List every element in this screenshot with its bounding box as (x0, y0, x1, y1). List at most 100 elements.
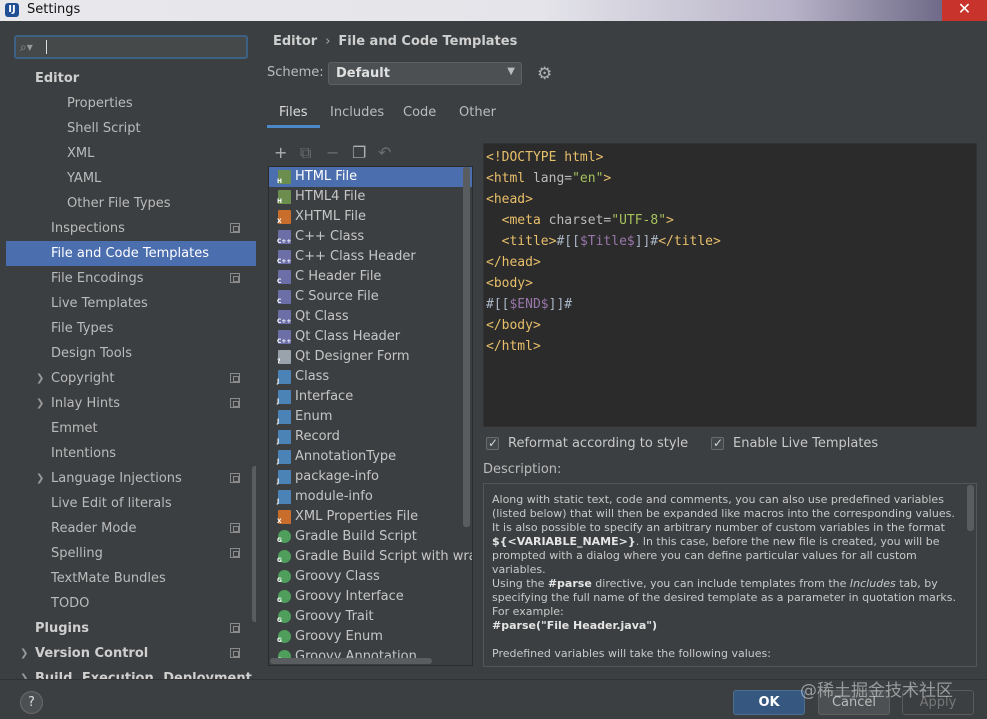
sidebar-scrollbar[interactable] (252, 466, 256, 622)
sidebar-item[interactable]: ❯ Copyright (6, 366, 256, 391)
tab-includes[interactable]: Includes (318, 101, 396, 128)
sidebar-item[interactable]: File Types (6, 316, 256, 341)
code-line: <body> (486, 276, 533, 291)
search-icon: ⌕▾ (20, 40, 33, 54)
file-list-horizontal-scrollbar[interactable] (270, 658, 432, 664)
copy-icon[interactable]: ⧉ (300, 143, 311, 163)
template-list-item[interactable]: G Groovy Class (269, 567, 472, 587)
sidebar-item[interactable]: Other File Types (6, 191, 256, 216)
template-list-item[interactable]: G Groovy Trait (269, 607, 472, 627)
code-line: </html> (486, 339, 541, 354)
sidebar-item-label: Inlay Hints (51, 396, 120, 411)
sidebar-item[interactable]: Live Edit of literals (6, 491, 256, 516)
tab-files[interactable]: Files (267, 101, 320, 128)
sidebar-item[interactable]: ❯ Language Injections (6, 466, 256, 491)
template-list-item[interactable]: G Groovy Enum (269, 627, 472, 647)
ok-button[interactable]: OK (733, 690, 805, 715)
sidebar-item-label: Design Tools (51, 346, 133, 361)
template-list-item[interactable]: J Interface (269, 387, 472, 407)
chevron-right-icon[interactable]: ❯ (20, 666, 28, 679)
scheme-value: Default (336, 66, 390, 81)
template-list-item[interactable]: Jpackage-info (269, 467, 472, 487)
template-code-editor[interactable]: <!DOCTYPE html> <html lang="en"> <head> <m… (483, 143, 977, 427)
sidebar-item[interactable]: ❯ Version Control (6, 641, 256, 666)
sidebar-item-label: File Encodings (51, 271, 144, 286)
chevron-right-icon[interactable]: ❯ (36, 391, 44, 416)
sidebar-item[interactable]: Shell Script (6, 116, 256, 141)
template-list-item[interactable]: H HTML File (269, 167, 472, 187)
tab-code[interactable]: Code (391, 101, 448, 128)
template-list-item[interactable]: C C Header File (269, 267, 472, 287)
sidebar-item[interactable]: TODO (6, 591, 256, 616)
template-list-item[interactable]: J Record (269, 427, 472, 447)
help-button[interactable]: ? (20, 691, 43, 714)
sidebar-item[interactable]: Spelling (6, 541, 256, 566)
sidebar-item[interactable]: ❯ Build, Execution, Deployment (6, 666, 256, 679)
sidebar-item[interactable]: YAML (6, 166, 256, 191)
template-list-item[interactable]: C++ Qt Class Header (269, 327, 472, 347)
template-name: package-info (295, 469, 379, 484)
sidebar-item[interactable]: Reader Mode (6, 516, 256, 541)
code-line: <meta charset="UTF-8"> (501, 213, 674, 228)
template-name: Groovy Enum (295, 629, 383, 644)
java-class-icon: J (277, 370, 291, 385)
file-list-vertical-scrollbar[interactable] (463, 167, 470, 527)
chevron-right-icon[interactable]: ❯ (36, 466, 44, 491)
template-list-item[interactable]: G Groovy Interface (269, 587, 472, 607)
chevron-down-icon: ▼ (507, 66, 515, 77)
xhtml-file-icon: X (277, 210, 291, 225)
close-window-button[interactable]: ✕ (942, 0, 987, 21)
template-list-item[interactable]: C C Source File (269, 287, 472, 307)
template-list-item[interactable]: J AnnotationType (269, 447, 472, 467)
gear-icon[interactable]: ⚙ (537, 64, 552, 84)
sidebar-item[interactable]: Plugins (6, 616, 256, 641)
sidebar-item[interactable]: File Encodings (6, 266, 256, 291)
remove-icon[interactable]: − (326, 143, 339, 162)
template-list-item[interactable]: ? Qt Designer Form (269, 347, 472, 367)
sidebar-item[interactable]: Intentions (6, 441, 256, 466)
template-list-item[interactable]: C++ C++ Class Header (269, 247, 472, 267)
tab-other[interactable]: Other (447, 101, 508, 128)
template-list-item[interactable]: X XHTML File (269, 207, 472, 227)
template-list-item[interactable]: G Gradle Build Script with wrapp (269, 547, 472, 567)
sidebar-item[interactable]: Emmet (6, 416, 256, 441)
sidebar-item[interactable]: File and Code Templates (6, 241, 256, 266)
sidebar-item[interactable]: Design Tools (6, 341, 256, 366)
template-list-item[interactable]: J Enum (269, 407, 472, 427)
reset-icon[interactable]: ↶ (378, 143, 391, 162)
cpp-header-icon: C++ (277, 250, 291, 265)
sidebar-item[interactable]: Live Templates (6, 291, 256, 316)
scheme-label: Scheme: (267, 65, 324, 80)
sidebar-item[interactable]: Inspections (6, 216, 256, 241)
sidebar-item[interactable]: TextMate Bundles (6, 566, 256, 591)
add-icon[interactable]: + (274, 143, 287, 162)
qt-class-icon: C++ (277, 310, 291, 325)
sidebar-item[interactable]: Editor (6, 66, 256, 91)
template-list-item[interactable]: Jmodule-info (269, 487, 472, 507)
template-list-item[interactable]: X XML Properties File (269, 507, 472, 527)
description-scrollbar[interactable] (967, 485, 974, 531)
sidebar-item[interactable]: Properties (6, 91, 256, 116)
sidebar-item-label: Shell Script (67, 121, 141, 136)
sidebar-item[interactable]: ❯ Inlay Hints (6, 391, 256, 416)
java-record-icon: J (277, 430, 291, 445)
groovy-icon: G (277, 570, 291, 584)
reformat-checkbox[interactable]: Reformat according to style (486, 435, 688, 452)
chevron-right-icon[interactable]: ❯ (36, 366, 44, 391)
breadcrumb-parent[interactable]: Editor (273, 34, 317, 49)
code-line: <title>#[[$Title$]]#</title> (501, 234, 721, 249)
enable-live-templates-checkbox[interactable]: Enable Live Templates (711, 435, 878, 452)
template-list-item[interactable]: H HTML4 File (269, 187, 472, 207)
sidebar-item[interactable]: XML (6, 141, 256, 166)
template-name: Gradle Build Script with wrapp (295, 549, 472, 564)
template-list-item[interactable]: C++ Qt Class (269, 307, 472, 327)
duplicate-icon[interactable]: ❐ (352, 143, 366, 162)
sidebar-item-label: Intentions (51, 446, 117, 461)
template-list-item[interactable]: G Gradle Build Script (269, 527, 472, 547)
template-list-item[interactable]: J Class (269, 367, 472, 387)
scheme-dropdown[interactable]: Default ▼ (328, 62, 522, 85)
template-list-item[interactable]: C++ C++ Class (269, 227, 472, 247)
description-example: #parse("File Header.java") (492, 619, 658, 632)
settings-search-field[interactable]: ⌕▾ (14, 35, 248, 59)
chevron-right-icon[interactable]: ❯ (20, 641, 28, 666)
